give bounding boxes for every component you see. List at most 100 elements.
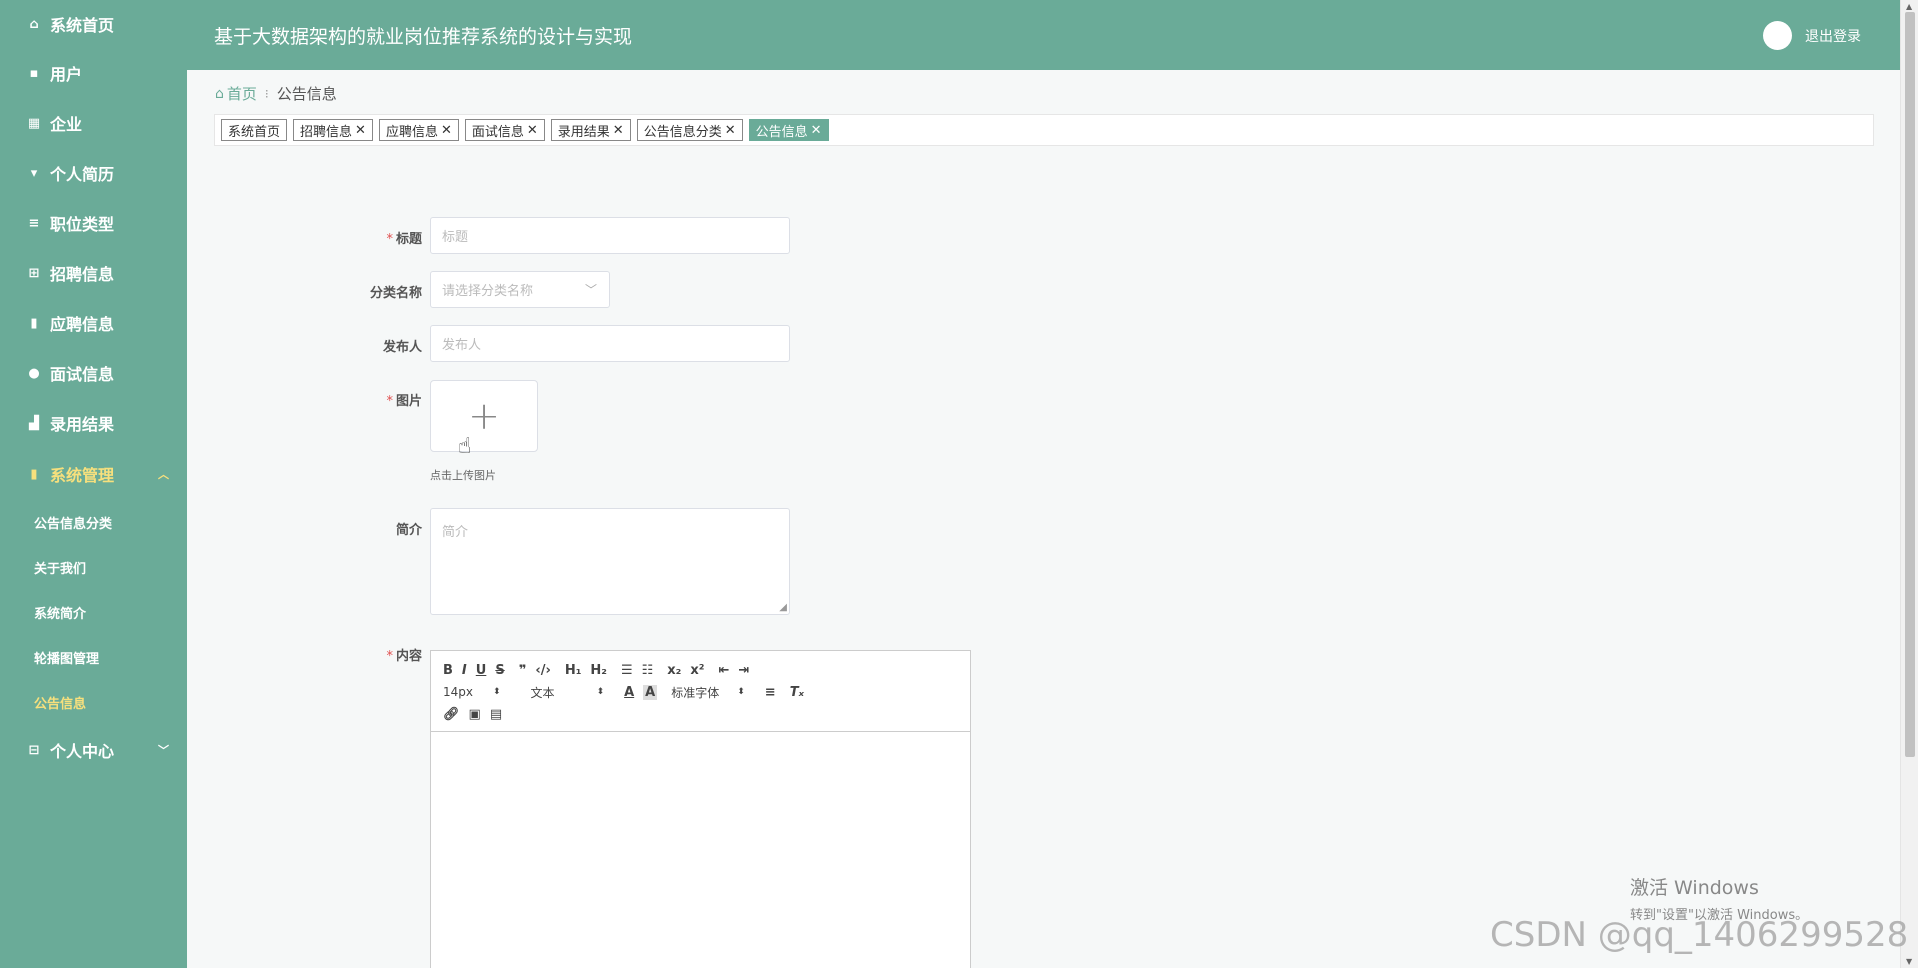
thumb-icon: ▟ <box>29 415 39 431</box>
image-icon[interactable]: ▣ <box>469 707 481 722</box>
close-icon[interactable]: ✕ <box>725 123 736 138</box>
scroll-up-icon[interactable]: ▲ <box>1906 2 1912 11</box>
subscript-icon[interactable]: x₂ <box>667 663 681 678</box>
sidebar-item-label: 系统首页 <box>50 16 115 35</box>
vertical-scrollbar[interactable]: ▲ ▼ <box>1900 0 1918 968</box>
scrollbar-thumb[interactable] <box>1905 12 1915 757</box>
sidebar-item-home[interactable]: ⌂ 系统首页 <box>0 0 187 48</box>
close-icon[interactable]: ✕ <box>613 123 624 138</box>
indent-icon[interactable]: ⇥ <box>738 663 749 678</box>
outdent-icon[interactable]: ⇤ <box>718 663 729 678</box>
italic-icon[interactable]: I <box>462 663 467 678</box>
tag-recruit[interactable]: 招聘信息 ✕ <box>293 119 373 141</box>
image-label: * 图片 <box>386 394 422 409</box>
intro-textarea[interactable]: 简介 ◢ <box>430 508 790 615</box>
sidebar-item-apply[interactable]: ▮ 应聘信息 <box>0 298 187 348</box>
updown-icon: ⬍ <box>596 687 605 697</box>
tag-hire[interactable]: 录用结果 ✕ <box>550 119 631 141</box>
sidebar-item-company[interactable]: ▦ 企业 <box>0 98 187 148</box>
apps-icon: ⊞ <box>28 265 40 281</box>
activate-title: 激活 Windows <box>1630 877 1759 899</box>
tag-label: 招聘信息 <box>300 124 353 140</box>
clipboard-icon: ▮ <box>30 315 38 331</box>
ordered-list-icon[interactable]: ☰ <box>621 663 633 678</box>
sidebar-item-label: 个人简历 <box>50 165 115 184</box>
editor-toolbar: B I U S ❞ ‹/› H₁ H₂ ☰ ☷ x₂ x² ⇤ ⇥ 14px ⬍ … <box>431 651 970 732</box>
link-icon[interactable]: 🔗︎ <box>443 707 460 722</box>
sidebar-sub-notice[interactable]: 公告信息 <box>0 680 187 725</box>
sidebar-sub-carousel[interactable]: 轮播图管理 <box>0 635 187 680</box>
close-icon[interactable]: ✕ <box>441 123 452 138</box>
close-icon[interactable]: ✕ <box>811 123 822 138</box>
chevron-up-icon: ︿ <box>158 468 169 481</box>
sidebar: ⌂ 系统首页 ▪ 用户 ▦ 企业 ▾ 个人简历 ≡ 职位类型 ⊞ 招聘信息 ▮ … <box>0 0 187 968</box>
sidebar-sub-about[interactable]: 关于我们 <box>0 545 187 590</box>
sidebar-item-label: 应聘信息 <box>50 315 115 334</box>
tag-label: 系统首页 <box>228 124 281 140</box>
sidebar-item-interview[interactable]: ● 面试信息 <box>0 348 187 398</box>
publisher-placeholder: 发布人 <box>442 338 482 353</box>
sidebar-item-system[interactable]: ▮ 系统管理 ︿ <box>0 448 187 500</box>
sidebar-item-personal[interactable]: ⊟ 个人中心 ﹀ <box>0 725 187 775</box>
tag-label: 应聘信息 <box>385 124 438 140</box>
grid-icon: ▦ <box>27 115 41 131</box>
category-label: 分类名称 <box>369 286 422 301</box>
header: 基于大数据架构的就业岗位推荐系统的设计与实现 🐮 退出登录 <box>187 0 1900 70</box>
resize-grip-icon[interactable]: ◢ <box>779 602 787 613</box>
heading2-icon[interactable]: H₂ <box>590 663 607 678</box>
breadcrumb-current: 公告信息 <box>276 85 337 103</box>
avatar-icon[interactable]: 🐮 <box>1763 21 1792 50</box>
underline-icon[interactable]: U <box>476 663 487 678</box>
upload-tip: 点击上传图片 <box>430 469 496 482</box>
sidebar-item-job-type[interactable]: ≡ 职位类型 <box>0 198 187 248</box>
scroll-down-icon[interactable]: ▼ <box>1906 957 1912 966</box>
video-icon[interactable]: ▤ <box>490 707 502 722</box>
block-type-value: 文本 <box>530 685 555 700</box>
tag-interview[interactable]: 面试信息 ✕ <box>464 119 545 141</box>
breadcrumb-home[interactable]: 首页 <box>227 83 257 104</box>
superscript-icon[interactable]: x² <box>690 663 704 678</box>
tag-notice[interactable]: 公告信息 ✕ <box>748 119 829 141</box>
sidebar-sub-notice-category[interactable]: 公告信息分类 <box>0 500 187 545</box>
logout-button[interactable]: 退出登录 <box>1805 26 1861 46</box>
code-block-icon[interactable]: ‹/› <box>535 663 550 678</box>
sidebar-sub-intro[interactable]: 系统简介 <box>0 590 187 635</box>
bold-icon[interactable]: B <box>443 663 453 678</box>
app-title: 基于大数据架构的就业岗位推荐系统的设计与实现 <box>214 26 633 48</box>
close-icon[interactable]: ✕ <box>527 123 538 138</box>
close-icon[interactable]: ✕ <box>355 123 366 138</box>
required-mark: * <box>386 649 393 664</box>
block-type-select[interactable]: 文本 ⬍ <box>531 684 605 701</box>
editor-content-area[interactable] <box>431 732 970 968</box>
heading1-icon[interactable]: H₁ <box>565 663 582 678</box>
image-upload-button[interactable]: + <box>430 380 538 452</box>
sidebar-item-hire[interactable]: ▟ 录用结果 <box>0 398 187 448</box>
category-select[interactable]: 请选择分类名称 ﹀ <box>430 271 610 308</box>
tag-label: 公告信息分类 <box>643 124 722 140</box>
tag-label: 面试信息 <box>471 124 524 140</box>
tag-home[interactable]: 系统首页 <box>221 119 288 141</box>
chat-icon: ▪ <box>29 65 39 81</box>
font-color-icon[interactable]: A <box>624 685 634 700</box>
category-placeholder: 请选择分类名称 <box>442 284 534 299</box>
tag-apply[interactable]: 应聘信息 ✕ <box>378 119 459 141</box>
bullet-list-icon[interactable]: ☷ <box>642 663 654 678</box>
sidebar-item-label: 职位类型 <box>50 215 115 234</box>
publisher-input[interactable]: 发布人 <box>430 325 790 362</box>
font-size-select[interactable]: 14px ⬍ <box>443 685 501 699</box>
sidebar-item-resume[interactable]: ▾ 个人简历 <box>0 148 187 198</box>
strike-icon[interactable]: S <box>495 663 504 678</box>
blockquote-icon[interactable]: ❞ <box>519 663 527 678</box>
font-size-value: 14px <box>443 685 473 699</box>
updown-icon: ⬍ <box>737 687 745 697</box>
align-icon[interactable]: ≡ <box>765 685 776 700</box>
sidebar-item-user[interactable]: ▪ 用户 <box>0 48 187 98</box>
sidebar-item-recruit[interactable]: ⊞ 招聘信息 <box>0 248 187 298</box>
title-input[interactable]: 标题 <box>430 217 790 254</box>
tag-label: 公告信息 <box>755 124 808 140</box>
font-family-select[interactable]: 标准字体 ⬍ <box>671 684 745 701</box>
tag-notice-category[interactable]: 公告信息分类 ✕ <box>636 119 743 141</box>
background-color-icon[interactable]: A <box>643 684 658 700</box>
clear-format-icon[interactable]: Tₓ <box>790 685 804 700</box>
tags-bar: 系统首页 招聘信息 ✕ 应聘信息 ✕ 面试信息 ✕ 录用结果 ✕ 公告信息分类 ✕ 公告信… <box>214 114 1874 146</box>
